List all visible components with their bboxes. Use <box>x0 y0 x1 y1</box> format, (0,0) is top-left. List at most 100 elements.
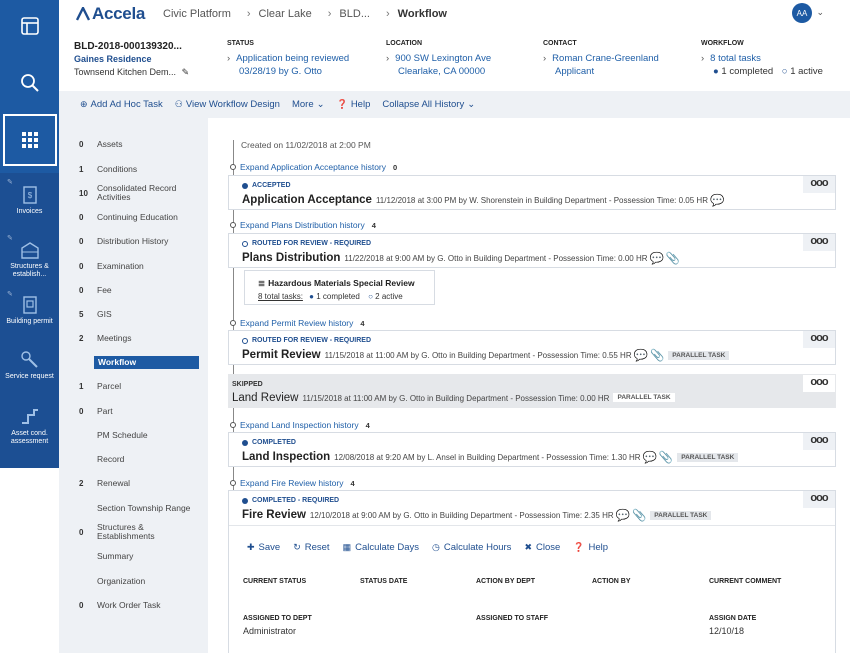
rail-item-structures[interactable]: Structures & establish... <box>0 240 59 279</box>
chevron-right-icon: › <box>327 7 332 20</box>
task-title: Permit Review 11/15/2018 at 11:00 AM by G… <box>242 348 730 362</box>
status-ring-icon <box>242 240 248 247</box>
workflow-total-link[interactable]: › 8 total tasks <box>701 52 823 65</box>
more-actions-button[interactable]: ooo <box>803 433 835 450</box>
nav-item-summary[interactable]: Summary <box>59 546 208 566</box>
task-card[interactable]: ACCEPTED Application Acceptance 11/12/201… <box>228 175 836 210</box>
chevron-right-icon: › <box>386 53 390 64</box>
contact-link[interactable]: › Roman Crane-Greenland <box>543 52 659 65</box>
nav-item-fee[interactable]: 0 Fee <box>59 280 208 300</box>
comment-icon: 💬 <box>633 350 648 362</box>
form-help-button[interactable]: ❓ Help <box>573 542 608 553</box>
rail-item-invoices[interactable]: $ Invoices <box>0 185 59 216</box>
nav-item-conditions[interactable]: 1 Conditions <box>59 159 208 179</box>
task-title: Application Acceptance 11/12/2018 at 3:00… <box>242 194 725 207</box>
more-actions-button[interactable]: ooo <box>803 375 835 392</box>
task-card-expanded[interactable]: COMPLETED - REQUIRED Fire Review 12/10/20… <box>228 490 836 653</box>
rail-item-building-permit[interactable]: Building permit <box>0 295 59 326</box>
nav-item-section-township-range[interactable]: Section Township Range <box>59 498 208 518</box>
user-avatar[interactable]: AA <box>792 3 812 23</box>
nav-item-workflow[interactable]: Workflow <box>59 352 208 372</box>
assigned-staff-label: ASSIGNED TO STAFF <box>476 615 549 622</box>
app-logo[interactable]: Accela <box>76 4 145 24</box>
chevron-right-icon: › <box>386 7 390 20</box>
subprocess-icon: ≣ <box>258 278 266 288</box>
attachment-icon: 📎 <box>658 452 674 464</box>
current-status-label: CURRENT STATUS <box>243 578 307 585</box>
nav-item-structures-establishments[interactable]: 0 Structures & Establishments <box>59 522 208 542</box>
calendar-icon: ▦ <box>342 542 352 552</box>
task-card[interactable]: COMPLETED Land Inspection 12/08/2018 at 9… <box>228 432 836 467</box>
location-column: LOCATION › 900 SW Lexington Ave Clearlake… <box>386 40 492 77</box>
task-card[interactable]: ROUTED FOR REVIEW - REQUIRED Permit Revi… <box>228 330 836 365</box>
nav-item-part[interactable]: 0 Part <box>59 401 208 421</box>
reset-icon: ↻ <box>293 542 301 552</box>
nav-item-gis[interactable]: 5 GIS <box>59 304 208 324</box>
nav-item-examination[interactable]: 0 Examination <box>59 256 208 276</box>
chevron-right-icon: › <box>246 7 251 20</box>
action-toolbar: ⊕ Add Ad Hoc Task ⚇ View Workflow Design M… <box>59 91 850 118</box>
help-button[interactable]: ❓ Help <box>337 99 371 110</box>
more-actions-button[interactable]: ooo <box>803 331 835 348</box>
created-text: Created on 11/02/2018 at 2:00 PM <box>241 140 371 150</box>
nav-item-assets[interactable]: 0 Assets <box>59 134 208 154</box>
divider <box>229 525 835 526</box>
comment-icon: 💬 <box>709 195 725 207</box>
chevron-down-icon[interactable]: ⌄ <box>816 7 824 18</box>
nav-item-renewal[interactable]: 2 Renewal <box>59 473 208 493</box>
workflow-column: WORKFLOW › 8 total tasks ● 1 completed ○ … <box>701 40 823 77</box>
more-actions-button[interactable]: ooo <box>803 176 835 193</box>
status-filled-dot-icon <box>242 497 248 504</box>
status-link[interactable]: › Application being reviewed <box>227 52 349 65</box>
search-icon <box>20 74 39 92</box>
reset-button[interactable]: ↻ Reset <box>293 542 329 553</box>
rail-item-asset-assessment[interactable]: Asset cond. assessment <box>0 407 59 446</box>
breadcrumb-clear-lake[interactable]: Clear Lake <box>259 8 312 20</box>
expand-history-link[interactable]: Expand Plans Distribution history 4 <box>230 220 376 230</box>
nav-item-meetings[interactable]: 2 Meetings <box>59 328 208 348</box>
edit-pencil-icon[interactable]: ✎ <box>182 67 190 77</box>
accela-logo-icon <box>76 6 90 21</box>
calculate-hours-button[interactable]: ◷ Calculate Hours <box>432 542 511 553</box>
nav-item-record[interactable]: Record <box>59 449 208 469</box>
expand-history-link[interactable]: Expand Land Inspection history 4 <box>230 420 370 430</box>
nav-item-parcel[interactable]: 1 Parcel <box>59 376 208 396</box>
layout-icon <box>20 17 39 35</box>
more-actions-button[interactable]: ooo <box>803 234 835 251</box>
collapse-all-history-button[interactable]: Collapse All History ⌄ <box>382 99 475 110</box>
subprocess-card[interactable]: ≣ Hazardous Materials Special Review 8 to… <box>244 270 435 305</box>
nav-item-organization[interactable]: Organization <box>59 571 208 591</box>
view-workflow-design-button[interactable]: ⚇ View Workflow Design <box>175 99 280 110</box>
expand-history-link[interactable]: Expand Fire Review history 4 <box>230 478 355 488</box>
expand-history-link[interactable]: Expand Permit Review history 4 <box>230 318 365 328</box>
rail-item-service-request[interactable]: Service request <box>0 350 59 381</box>
breadcrumb-civic-platform[interactable]: Civic Platform <box>163 8 231 20</box>
add-ad-hoc-task-button[interactable]: ⊕ Add Ad Hoc Task <box>80 99 163 110</box>
close-button[interactable]: ✖ Close <box>524 542 560 553</box>
status-ring-icon <box>242 337 248 344</box>
breadcrumb-record[interactable]: BLD... <box>339 8 370 20</box>
subprocess-total-link[interactable]: 8 total tasks: <box>258 292 303 301</box>
action-by-dept-label: ACTION BY DEPT <box>476 578 535 585</box>
help-icon: ❓ <box>573 542 585 552</box>
apps-button[interactable] <box>3 114 57 166</box>
top-bar: Accela Civic Platform › Clear Lake › BLD… <box>59 0 850 27</box>
calculate-days-button[interactable]: ▦ Calculate Days <box>343 542 419 553</box>
expand-history-link[interactable]: Expand Application Acceptance history 0 <box>230 162 397 172</box>
action-by-label: ACTION BY <box>592 578 631 585</box>
location-link[interactable]: › 900 SW Lexington Ave <box>386 52 491 65</box>
nav-item-distribution-history[interactable]: 0 Distribution History <box>59 231 208 251</box>
more-menu-button[interactable]: More ⌄ <box>292 99 325 110</box>
nav-item-pm-schedule[interactable]: PM Schedule <box>59 425 208 445</box>
record-name[interactable]: Gaines Residence <box>74 54 152 64</box>
nav-item-continuing-education[interactable]: 0 Continuing Education <box>59 207 208 227</box>
task-card[interactable]: SKIPPED Land Review 11/15/2018 at 11:00 A… <box>228 374 836 408</box>
nav-item-work-order-task[interactable]: 0 Work Order Task <box>59 595 208 615</box>
search-button[interactable] <box>0 68 59 98</box>
status-column: STATUS › Application being reviewed 03/28… <box>227 40 350 77</box>
more-actions-button[interactable]: ooo <box>803 491 835 508</box>
task-card[interactable]: ROUTED FOR REVIEW - REQUIRED Plans Distr… <box>228 233 836 268</box>
layout-button[interactable] <box>0 12 59 40</box>
nav-item-consolidated-record-activities[interactable]: 10 Consolidated Record Activities <box>59 183 208 203</box>
save-button[interactable]: ✚ Save <box>247 542 280 553</box>
